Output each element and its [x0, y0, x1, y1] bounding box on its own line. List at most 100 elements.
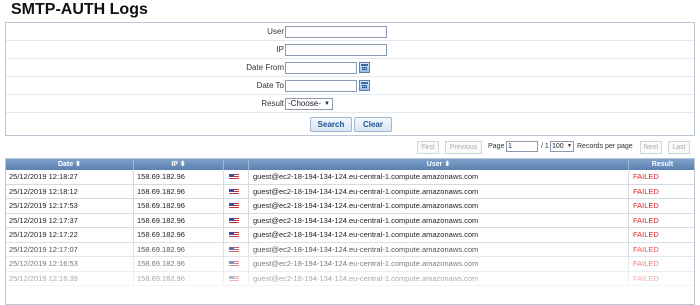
user-cell: guest@ec2-18-194-134-124.eu-central-1.co…: [249, 242, 629, 257]
date-cell: 25/12/2019 12:17:07: [6, 242, 134, 257]
column-header-flag: [224, 159, 249, 170]
flag-cell: [224, 199, 249, 213]
result-cell: FAILED: [633, 186, 659, 196]
us-flag-icon: [229, 232, 239, 238]
flag-cell: [224, 228, 249, 242]
flag-cell: [224, 257, 249, 271]
date-cell: 25/12/2019 12:16:53: [6, 257, 134, 271]
date-from-row: Date From: [6, 59, 694, 77]
date-cell: 25/12/2019 12:16:39: [6, 271, 134, 286]
table-row[interactable]: 25/12/2019 12:17:53 158.69.182.96 guest@ec…: [6, 199, 694, 214]
date-from-label: Date From: [246, 63, 284, 72]
us-flag-icon: [229, 246, 239, 253]
table-header: Date ⬍ IP ⬍ User ⬍ Result: [6, 159, 694, 170]
user-cell: guest@ec2-18-194-134-124.eu-central-1.co…: [249, 271, 629, 286]
filter-panel: User IP Date From Date To Result -Choose…: [5, 22, 695, 136]
flag-cell: [224, 242, 249, 257]
result-select[interactable]: -Choose- ▼: [285, 98, 333, 110]
user-cell: guest@ec2-18-194-134-124.eu-central-1.co…: [249, 184, 629, 199]
calendar-icon[interactable]: [359, 62, 370, 73]
column-header-ip[interactable]: IP ⬍: [134, 159, 224, 170]
user-cell: guest@ec2-18-194-134-124.eu-central-1.co…: [249, 170, 629, 184]
user-cell: guest@ec2-18-194-134-124.eu-central-1.co…: [249, 213, 629, 228]
page-label: Page: [488, 143, 505, 150]
date-cell: 25/12/2019 12:17:37: [6, 213, 134, 228]
logs-table: Date ⬍ IP ⬍ User ⬍ Result 25/12/2019 12:…: [5, 158, 695, 305]
date-to-label: Date To: [256, 81, 284, 90]
table-row[interactable]: 25/12/2019 12:16:39 158.69.182.96 guest@ec…: [6, 271, 694, 286]
table-row[interactable]: 25/12/2019 12:16:53 158.69.182.96 guest@ec…: [6, 257, 694, 272]
us-flag-icon: [229, 203, 239, 209]
us-flag-icon: [229, 261, 239, 267]
ip-label: IP: [276, 45, 284, 54]
table-row[interactable]: 25/12/2019 12:18:27 158.69.182.96 guest@ec…: [6, 170, 694, 185]
us-flag-icon: [229, 275, 239, 282]
ip-cell: 158.69.182.96: [134, 199, 224, 213]
user-cell: guest@ec2-18-194-134-124.eu-central-1.co…: [249, 257, 629, 271]
us-flag-icon: [229, 217, 239, 224]
records-per-page-label: Records per page: [577, 143, 633, 150]
page-number-input[interactable]: 1: [506, 141, 538, 152]
ip-cell: 158.69.182.96: [134, 271, 224, 286]
first-page-button[interactable]: First: [417, 141, 439, 154]
result-cell: FAILED: [633, 172, 659, 181]
ip-cell: 158.69.182.96: [134, 242, 224, 257]
page-title: SMTP-AUTH Logs: [11, 1, 148, 18]
user-label: User: [267, 27, 284, 36]
page-count: / 1: [541, 143, 549, 150]
ip-cell: 158.69.182.96: [134, 228, 224, 242]
column-header-result: Result: [651, 161, 674, 168]
last-page-button[interactable]: Last: [668, 141, 690, 154]
flag-cell: [224, 170, 249, 184]
calendar-icon[interactable]: [359, 80, 370, 91]
date-to-row: Date To: [6, 77, 694, 95]
flag-cell: [224, 213, 249, 228]
us-flag-icon: [229, 174, 239, 180]
user-cell: guest@ec2-18-194-134-124.eu-central-1.co…: [249, 199, 629, 213]
result-cell: FAILED: [633, 201, 659, 210]
result-filter-row: Result -Choose- ▼: [6, 95, 694, 113]
records-per-page-value: 100: [552, 143, 564, 150]
ip-cell: 158.69.182.96: [134, 170, 224, 184]
date-cell: 25/12/2019 12:17:53: [6, 199, 134, 213]
result-select-value: -Choose-: [288, 99, 321, 108]
chevron-down-icon: ▼: [567, 143, 572, 149]
sort-icon: ⬍: [75, 161, 81, 168]
records-per-page-select[interactable]: 100 ▼: [550, 141, 574, 152]
sort-icon: ⬍: [179, 161, 186, 168]
clear-button[interactable]: Clear: [354, 117, 392, 132]
date-to-input[interactable]: [285, 80, 357, 92]
user-filter-row: User: [6, 23, 694, 41]
result-cell: FAILED: [633, 259, 659, 268]
flag-cell: [224, 271, 249, 286]
table-row[interactable]: 25/12/2019 12:18:12 158.69.182.96 guest@ec…: [6, 184, 694, 199]
previous-page-button[interactable]: Previous: [445, 141, 482, 154]
ip-cell: 158.69.182.96: [134, 257, 224, 271]
sort-icon: ⬍: [444, 161, 451, 168]
table-row[interactable]: 25/12/2019 12:17:07 158.69.182.96 guest@ec…: [6, 242, 694, 257]
column-header-user[interactable]: User ⬍: [249, 159, 629, 170]
table-row[interactable]: 25/12/2019 12:17:22 158.69.182.96 guest@ec…: [6, 228, 694, 243]
column-header-date[interactable]: Date ⬍: [6, 159, 134, 170]
ip-input[interactable]: [285, 44, 387, 56]
flag-cell: [224, 184, 249, 199]
date-from-input[interactable]: [285, 62, 357, 74]
us-flag-icon: [229, 188, 239, 195]
result-cell: FAILED: [633, 244, 659, 254]
ip-cell: 158.69.182.96: [134, 184, 224, 199]
user-input[interactable]: [285, 26, 387, 38]
user-cell: guest@ec2-18-194-134-124.eu-central-1.co…: [249, 228, 629, 242]
date-cell: 25/12/2019 12:18:27: [6, 170, 134, 184]
ip-cell: 158.69.182.96: [134, 213, 224, 228]
chevron-down-icon: ▼: [324, 101, 330, 107]
result-cell: FAILED: [633, 230, 659, 239]
result-cell: FAILED: [633, 273, 659, 283]
date-cell: 25/12/2019 12:17:22: [6, 228, 134, 242]
date-cell: 25/12/2019 12:18:12: [6, 184, 134, 199]
next-page-button[interactable]: Next: [640, 141, 662, 154]
result-cell: FAILED: [633, 215, 659, 225]
table-row[interactable]: 25/12/2019 12:17:37 158.69.182.96 guest@ec…: [6, 213, 694, 228]
search-button[interactable]: Search: [310, 117, 352, 132]
ip-filter-row: IP: [6, 41, 694, 59]
result-label: Result: [261, 99, 284, 108]
